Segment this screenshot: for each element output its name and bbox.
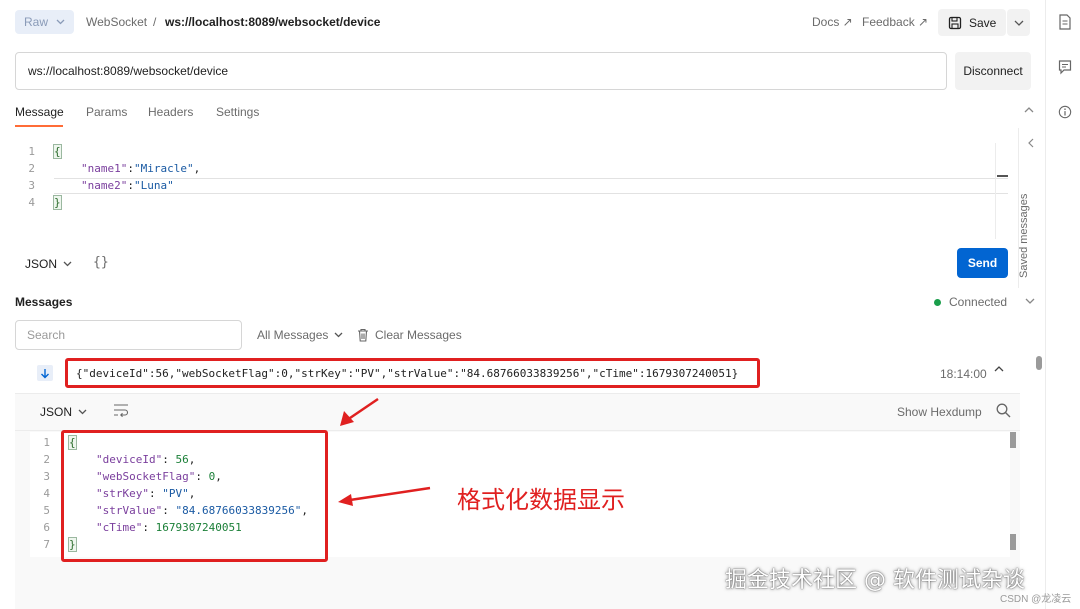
watermark-credit: CSDN @龙凌云 xyxy=(1000,594,1072,605)
watermark-text: 掘金技术社区 @ 软件测试杂谈 xyxy=(725,568,1025,593)
annotation-label: 格式化数据显示 xyxy=(457,486,625,514)
annotation-arrow-down xyxy=(340,397,379,426)
annotation-arrows xyxy=(338,397,431,506)
annotation-arrow-left xyxy=(338,486,431,506)
